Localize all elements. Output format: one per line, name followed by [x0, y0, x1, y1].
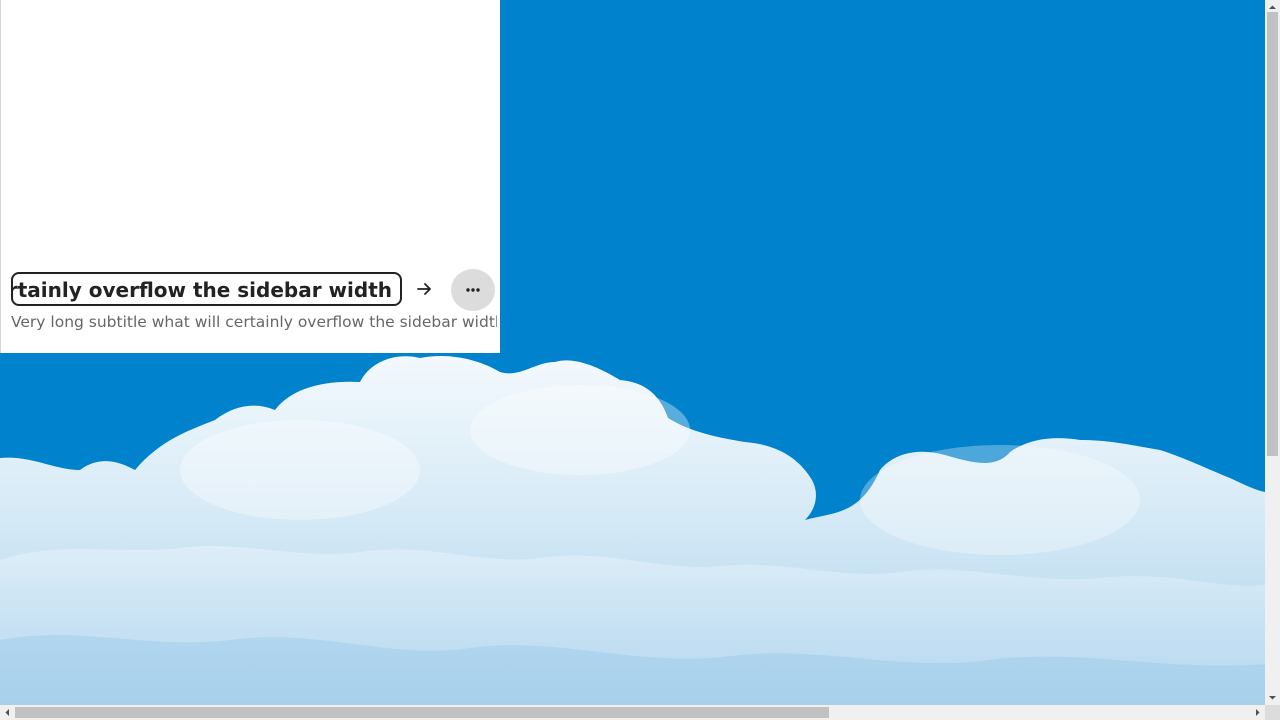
sidebar-header: Very long title what will certainly over…	[11, 269, 497, 311]
sidebar-subtitle: Very long subtitle what will certainly o…	[11, 313, 497, 331]
horizontal-scrollbar[interactable]	[0, 705, 1265, 720]
scrollbar-corner	[1265, 705, 1280, 720]
more-options-button[interactable]	[451, 269, 495, 311]
scroll-right-arrow-icon[interactable]	[1250, 705, 1265, 720]
arrow-right-icon	[417, 283, 431, 295]
horizontal-scroll-thumb[interactable]	[15, 707, 829, 718]
sidebar-panel: Very long title what will certainly over…	[0, 0, 500, 353]
map-scene[interactable]: Very long title what will certainly over…	[0, 0, 1265, 705]
go-button[interactable]	[413, 277, 435, 301]
vertical-scrollbar[interactable]	[1265, 0, 1280, 705]
sidebar-title: Very long title what will certainly over…	[13, 278, 392, 302]
vertical-scroll-thumb[interactable]	[1267, 12, 1278, 456]
ellipsis-icon	[466, 288, 480, 292]
scroll-left-arrow-icon[interactable]	[0, 705, 15, 720]
browser-viewport: Very long title what will certainly over…	[0, 0, 1280, 720]
scroll-down-arrow-icon[interactable]	[1265, 690, 1280, 705]
title-box[interactable]: Very long title what will certainly over…	[11, 272, 402, 306]
